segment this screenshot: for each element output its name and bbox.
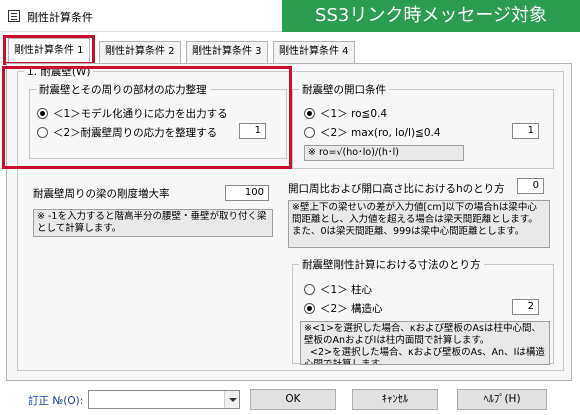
beam-stiffness-note: ※ -1を入力すると階高半分の腰壁・垂壁が取り付く梁として計算します。 [33,209,273,237]
h-ratio-label: 開口周比および開口高さ比におけるhのとり方 [288,183,505,195]
stress-value-input[interactable]: 1 [239,123,266,139]
opening-option-2[interactable]: ＜2＞ max(ro, lo/l)≦0.4 [304,125,441,140]
dimension-value-input[interactable]: 2 [512,299,539,315]
footer-bar: 訂正 №(O): OK ｷｬﾝｾﾙ ﾍﾙﾌﾟ(H) [0,384,580,415]
h-ratio-input[interactable]: 0 [517,178,544,194]
revision-label: 訂正 №(O): [28,395,84,407]
dimension-option-2-radio[interactable] [304,303,315,314]
dimension-option-1-label: ＜1＞ 柱心 [320,284,373,296]
opening-note: ※ ro=√(ho･lo)/(h･l) [304,145,464,161]
cancel-button[interactable]: ｷｬﾝｾﾙ [352,389,438,410]
stress-option-1-label: ＜1＞モデル化通りに応力を出力する [53,108,228,120]
dialog-body: 剛性計算条件 1 剛性計算条件 2 剛性計算条件 3 剛性計算条件 4 1. 耐… [0,32,580,384]
stress-option-2-label: ＜2＞耐震壁周りの応力を整理する [53,127,218,139]
dimension-note: ※<1>を選択した場合、κおよび壁板のAsは柱中心間、壁板のAnおよびIは柱内面… [300,321,550,365]
chevron-down-icon[interactable] [224,391,239,408]
stress-option-2-radio[interactable] [37,127,48,138]
tab-panel: 1. 耐震壁(W) 耐震壁とその周りの部材の応力整理 ＜1＞モデル化通りに応力を… [2,63,572,381]
section-title: 1. 耐震壁(W) [24,64,94,79]
beam-stiffness-label: 耐震壁周りの梁の剛度増大率 [33,188,170,200]
opening-option-2-label: ＜2＞ max(ro, lo/l)≦0.4 [320,127,441,139]
dimension-option-2-label: ＜2＞ 構造心 [320,303,383,315]
opening-option-1[interactable]: ＜1＞ ro≦0.4 [304,106,387,121]
h-ratio-note: ※壁上下の梁せいの差が入力値[cm]以下の場合hは梁中心間距離とし、入力値を超え… [288,200,550,248]
opening-option-1-label: ＜1＞ ro≦0.4 [320,108,388,120]
dimension-option-2[interactable]: ＜2＞ 構造心 [304,301,383,316]
help-button[interactable]: ﾍﾙﾌﾟ(H) [457,389,547,410]
tab-rigidity-4[interactable]: 剛性計算条件 4 [273,41,355,63]
window-icon [8,10,20,22]
ok-button[interactable]: OK [250,389,336,410]
opening-group-title: 耐震壁の開口条件 [299,82,389,97]
revision-dropdown[interactable] [88,390,240,409]
dimension-group-title: 耐震壁剛性計算における寸法のとり方 [299,257,484,272]
opening-value-input[interactable]: 1 [512,123,539,139]
dimension-option-1[interactable]: ＜1＞ 柱心 [304,282,372,297]
tab-rigidity-3[interactable]: 剛性計算条件 3 [186,41,268,63]
stress-option-1-radio[interactable] [37,108,48,119]
window-title: 剛性計算条件 [27,11,93,24]
tab-rigidity-2[interactable]: 剛性計算条件 2 [99,41,181,63]
stress-group-title: 耐震壁とその周りの部材の応力整理 [36,82,210,97]
tab-rigidity-1[interactable]: 剛性計算条件 1 [8,38,90,64]
stress-option-1[interactable]: ＜1＞モデル化通りに応力を出力する [37,106,228,121]
opening-option-2-radio[interactable] [304,127,315,138]
opening-option-1-radio[interactable] [304,108,315,119]
stress-option-2[interactable]: ＜2＞耐震壁周りの応力を整理する [37,125,217,140]
banner-label: SS3リンク時メッセージ対象 [282,0,580,32]
dimension-option-1-radio[interactable] [304,284,315,295]
beam-stiffness-input[interactable]: 100 [225,185,269,201]
